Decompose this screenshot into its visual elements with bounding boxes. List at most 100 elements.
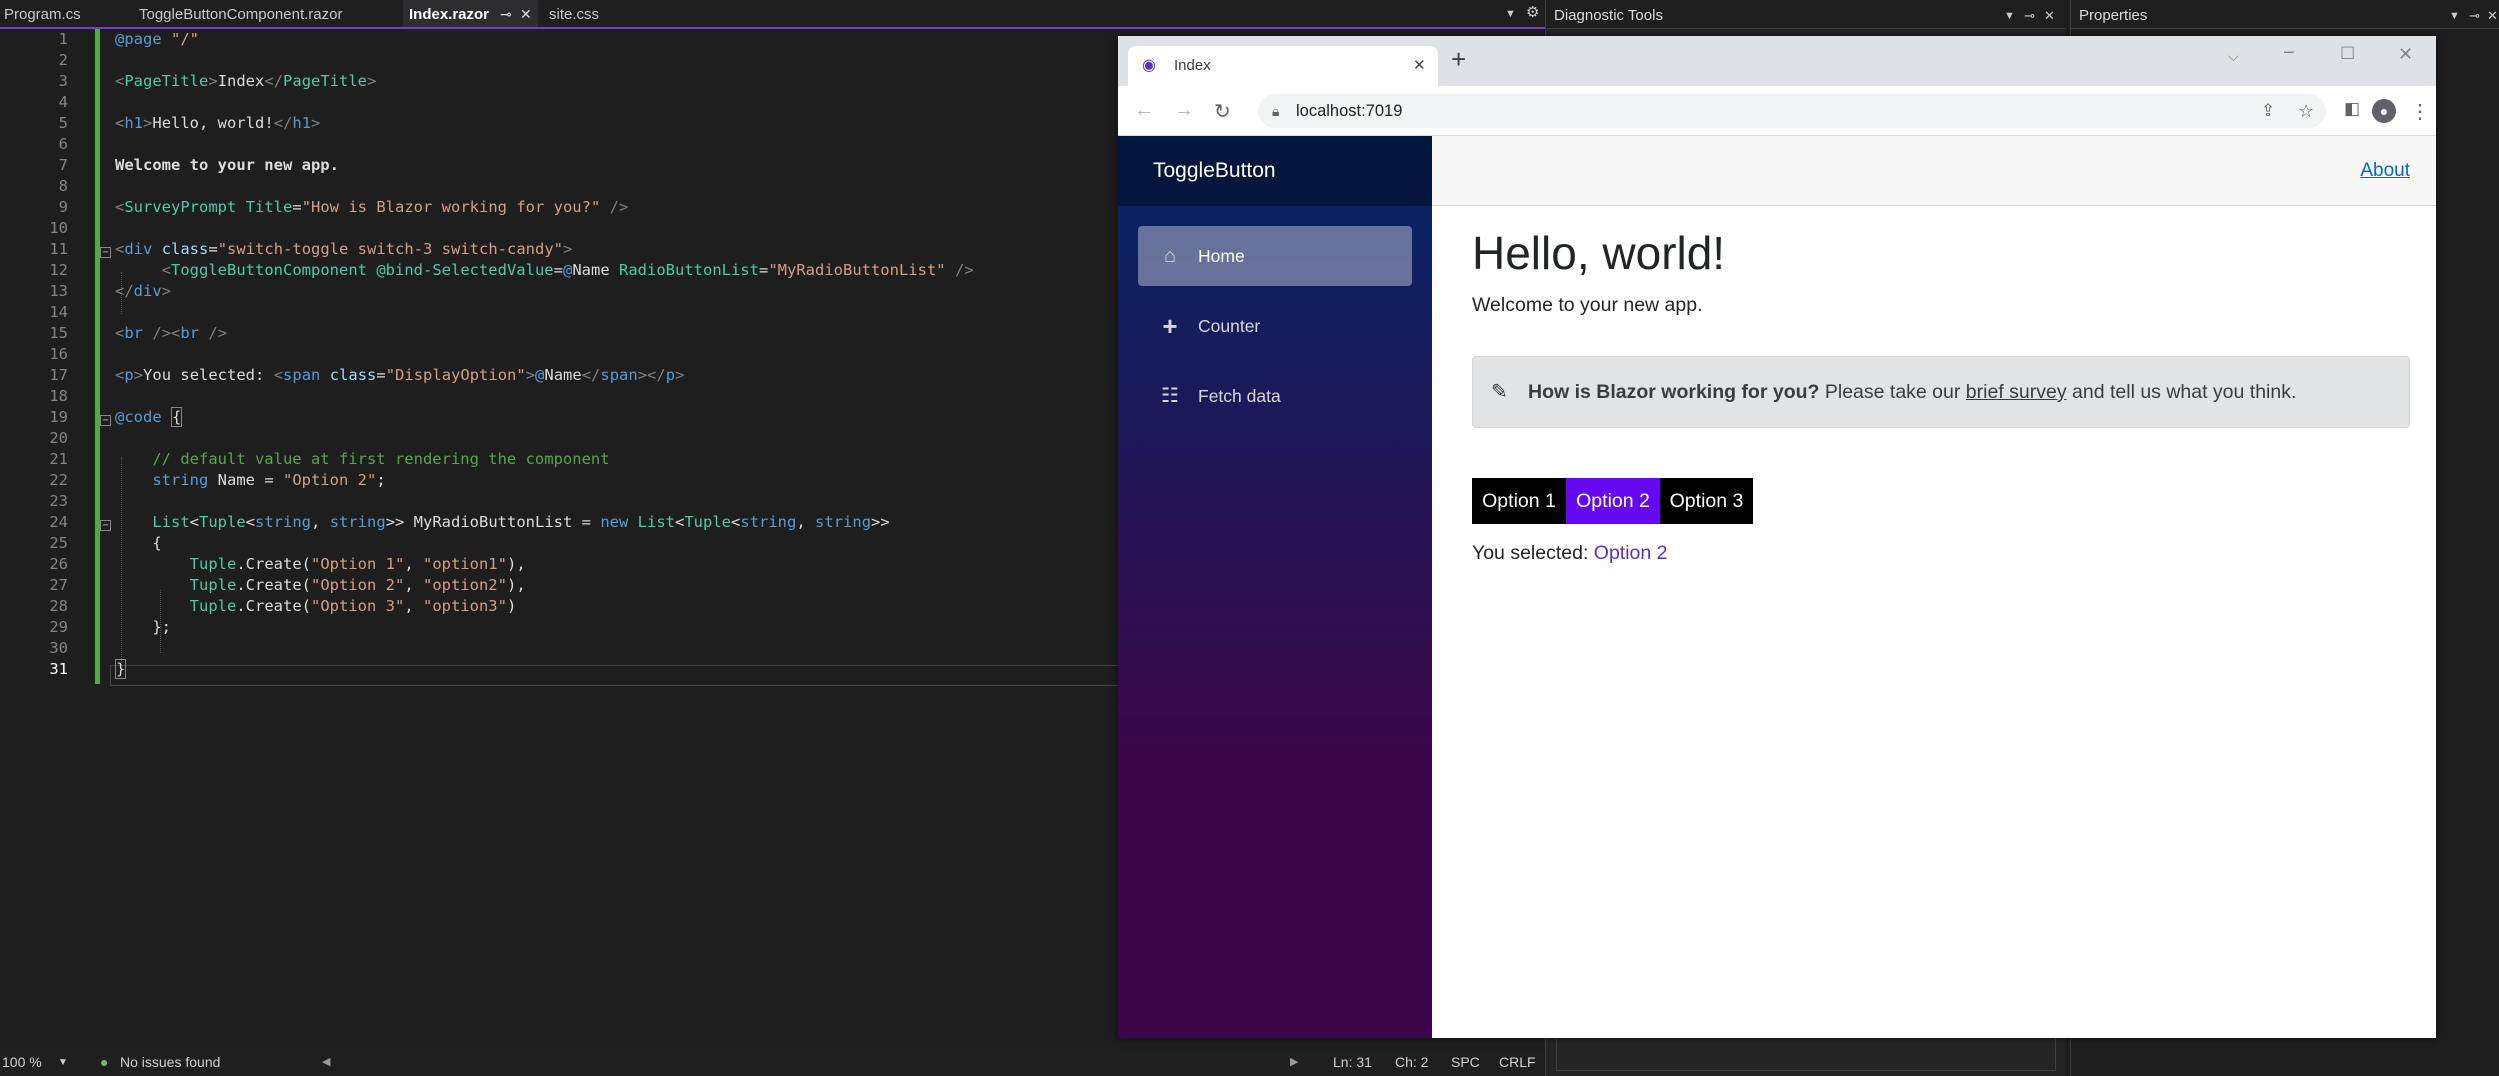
code-line-24: List<Tuple<string, string>> MyRadioButto…: [152, 513, 890, 531]
browser-tab-title: Index: [1174, 57, 1211, 74]
line-indicator[interactable]: Ln: 31: [1333, 1049, 1372, 1076]
char-indicator[interactable]: Ch: 2: [1395, 1049, 1428, 1076]
line-number: 19: [49, 408, 68, 426]
line-number: 24: [49, 513, 68, 531]
line-number: 10: [49, 219, 68, 237]
line-number: 18: [49, 387, 68, 405]
line-number: 3: [58, 72, 68, 90]
maximize-icon[interactable]: ☐: [2340, 44, 2355, 64]
scroll-right-icon[interactable]: ▶: [1290, 1049, 1298, 1076]
about-link[interactable]: About: [2360, 136, 2410, 206]
gear-icon[interactable]: ⚙: [1526, 3, 1539, 21]
toggle-option-1[interactable]: Option 1: [1472, 478, 1566, 524]
code-line-3: <PageTitle>Index</PageTitle>: [115, 72, 377, 90]
line-number: 16: [49, 345, 68, 363]
survey-link[interactable]: brief survey: [1966, 381, 2067, 403]
new-tab-icon[interactable]: +: [1451, 44, 1466, 75]
code-line-27: Tuple.Create("Option 2", "option2"),: [189, 576, 526, 594]
collapse-icon[interactable]: −: [100, 520, 111, 531]
tab-togglebuttoncomponent-razor[interactable]: ToggleButtonComponent.razor: [135, 0, 400, 27]
forward-icon[interactable]: →: [1174, 99, 1194, 122]
code-line-25: {: [115, 534, 162, 552]
back-icon[interactable]: ←: [1134, 99, 1154, 122]
chevron-down-icon[interactable]: ⌵: [2228, 48, 2239, 65]
close-icon[interactable]: ✕: [2487, 0, 2498, 32]
close-window-icon[interactable]: ✕: [2398, 44, 2413, 65]
tab-label: ToggleButtonComponent.razor: [139, 6, 343, 23]
tab-program-cs[interactable]: Program.cs: [0, 0, 130, 27]
current-line-highlight: [110, 665, 1120, 686]
code-line-9: <SurveyPrompt Title="How is Blazor worki…: [115, 198, 629, 216]
toggle-option-2[interactable]: Option 2: [1566, 478, 1660, 524]
dropdown-icon[interactable]: ▼: [2449, 0, 2460, 32]
line-number: 21: [49, 450, 68, 468]
line-number: 5: [58, 114, 68, 132]
share-icon[interactable]: ⇪: [2261, 94, 2275, 128]
you-selected-label: You selected:: [1472, 542, 1589, 564]
pane-title: Properties: [2079, 7, 2148, 24]
nav-label: Counter: [1198, 316, 1261, 336]
pane-title: Diagnostic Tools: [1554, 7, 1663, 24]
check-circle-icon: ●: [100, 1054, 109, 1070]
nav-item-counter[interactable]: + Counter: [1138, 296, 1412, 356]
close-icon[interactable]: ✕: [2044, 0, 2055, 32]
browser-tab[interactable]: ◉ Index ✕: [1128, 46, 1438, 86]
profile-avatar-icon[interactable]: ●: [2372, 99, 2396, 123]
selected-value: Option 2: [1593, 542, 1668, 564]
top-row: About: [1432, 136, 2436, 206]
toggle-option-3[interactable]: Option 3: [1660, 478, 1753, 524]
dropdown-icon[interactable]: ▼: [1505, 8, 1516, 20]
star-icon[interactable]: ☆: [2298, 94, 2314, 128]
tab-site-css[interactable]: site.css: [545, 0, 650, 27]
line-number: 29: [49, 618, 68, 636]
editor-status-bar: 100 % ▼ ● No issues found ◀ ▶ Ln: 31 Ch:…: [0, 1049, 1545, 1076]
line-number: 30: [49, 639, 68, 657]
close-icon[interactable]: ✕: [520, 0, 532, 29]
whitespace-indicator[interactable]: SPC: [1451, 1049, 1480, 1076]
brand-link[interactable]: ToggleButton: [1153, 136, 1276, 206]
dropdown-icon[interactable]: ▼: [2004, 0, 2015, 32]
code-line-26: Tuple.Create("Option 1", "option1"),: [189, 555, 526, 573]
line-number: 6: [58, 135, 68, 153]
issues-status[interactable]: No issues found: [120, 1049, 220, 1076]
reload-icon[interactable]: ↻: [1214, 99, 1231, 124]
line-number: 25: [49, 534, 68, 552]
zoom-level[interactable]: 100 %: [2, 1049, 42, 1076]
properties-header: Properties ▼ ⊸ ✕: [2071, 0, 2499, 29]
diagnostic-tools-header: Diagnostic Tools ▼ ⊸ ✕: [1546, 0, 2065, 29]
page-heading: Hello, world!: [1472, 227, 1726, 279]
line-ending-indicator[interactable]: CRLF: [1499, 1049, 1536, 1076]
tab-index-razor[interactable]: Index.razor ⊸ ✕: [403, 0, 538, 27]
main-content: Hello, world! Welcome to your new app. ✎…: [1432, 206, 2436, 1038]
address-bar-row: ← → ↻ 🔒︎ localhost:7019 ⇪ ☆ ◧ ● ⋮: [1118, 86, 2436, 136]
line-number: 14: [49, 303, 68, 321]
nav-item-home[interactable]: ⌂ Home: [1138, 226, 1412, 286]
brand-row: ToggleButton: [1118, 136, 1432, 206]
collapse-icon[interactable]: −: [100, 247, 111, 258]
blazor-favicon-icon: ◉: [1142, 57, 1156, 74]
line-number: 12: [49, 261, 68, 279]
url-text: localhost:7019: [1296, 102, 1403, 120]
nav-item-fetch-data[interactable]: ☷ Fetch data: [1138, 366, 1412, 426]
code-editor[interactable]: 1 2 3 4 5 6 7 8 9 10 11 12 13 14 15 16 1…: [0, 29, 1120, 1049]
code-line-17: <p>You selected: <span class="DisplayOpt…: [115, 366, 685, 384]
collapse-icon[interactable]: −: [100, 415, 111, 426]
menu-kebab-icon[interactable]: ⋮: [2410, 99, 2430, 124]
code-line-11: <div class="switch-toggle switch-3 switc…: [115, 240, 573, 258]
address-bar[interactable]: 🔒︎ localhost:7019 ⇪ ☆: [1258, 94, 2326, 128]
side-panel-icon[interactable]: ◧: [2344, 99, 2360, 119]
selection-text: You selected: Option 2: [1472, 542, 1668, 565]
close-tab-icon[interactable]: ✕: [1413, 46, 1426, 86]
survey-suffix: and tell us what you think.: [2072, 381, 2297, 403]
pin-icon[interactable]: ⊸: [2024, 0, 2035, 32]
pin-icon[interactable]: ⊸: [500, 0, 512, 29]
zoom-dropdown-icon[interactable]: ▼: [58, 1049, 68, 1076]
lock-icon[interactable]: 🔒︎: [1272, 94, 1279, 128]
minimize-icon[interactable]: −: [2283, 42, 2295, 65]
scroll-left-icon[interactable]: ◀: [322, 1049, 330, 1076]
tab-label: Program.cs: [4, 6, 81, 23]
pin-icon[interactable]: ⊸: [2469, 0, 2480, 32]
code-line-15: <br /><br />: [115, 324, 228, 342]
code-line-12: <ToggleButtonComponent @bind-SelectedVal…: [161, 261, 974, 279]
plus-icon: +: [1162, 311, 1178, 341]
